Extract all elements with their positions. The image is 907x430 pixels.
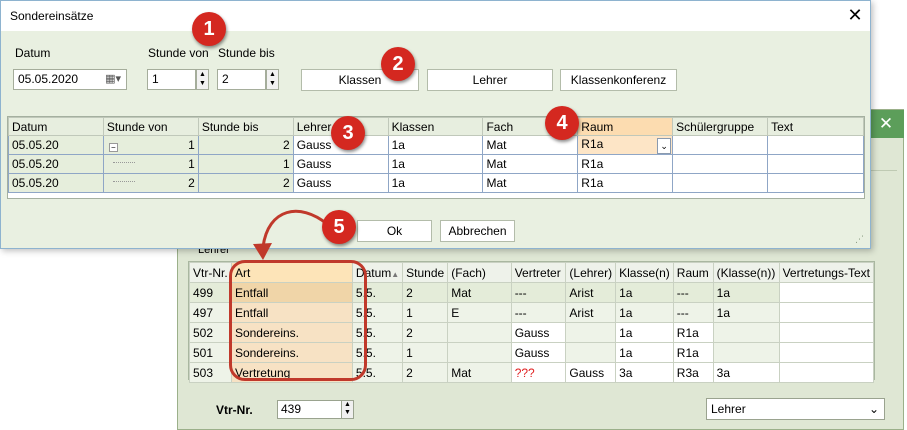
annotation-badge-2: 2 xyxy=(381,47,415,81)
annotation-arrow xyxy=(253,209,328,260)
annotation-badge-4: 4 xyxy=(545,106,579,140)
annotation-badge-5: 5 xyxy=(322,210,356,244)
annotation-badge-1: 1 xyxy=(192,12,226,46)
annotation-badge-3: 3 xyxy=(331,116,365,150)
